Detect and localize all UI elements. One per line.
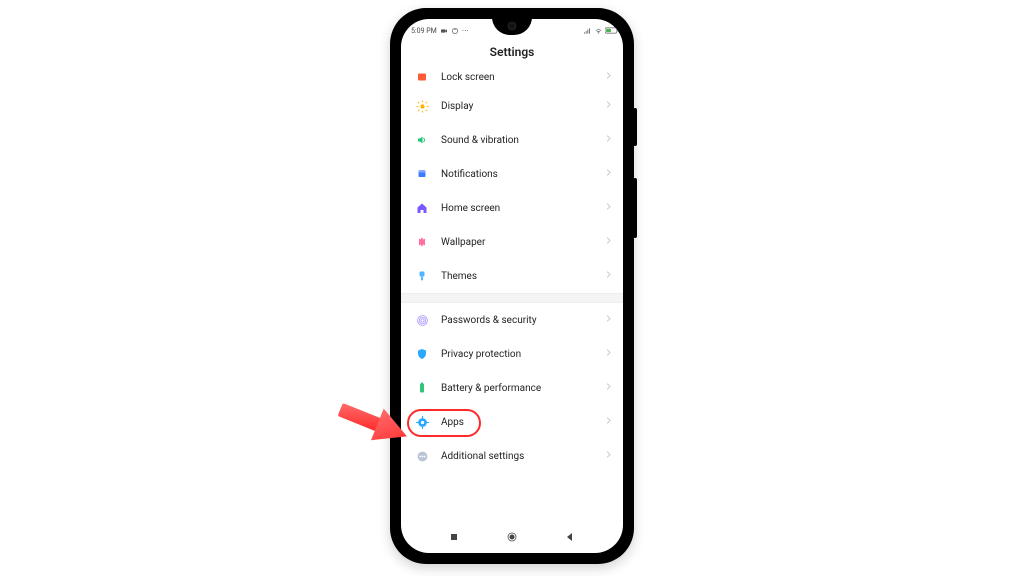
settings-row-home-screen[interactable]: Home screen bbox=[401, 191, 623, 225]
volume-rocker[interactable] bbox=[633, 178, 637, 238]
settings-row-sound[interactable]: Sound & vibration bbox=[401, 123, 623, 157]
themes-icon bbox=[413, 270, 431, 282]
signal-icon bbox=[583, 27, 591, 35]
settings-row-passwords[interactable]: Passwords & security bbox=[401, 303, 623, 337]
more-indicator-icon: ⋯ bbox=[462, 27, 469, 35]
chevron-right-icon bbox=[604, 382, 613, 394]
wallpaper-icon bbox=[413, 236, 431, 248]
settings-row-label: Wallpaper bbox=[431, 237, 604, 248]
settings-row-lock-screen[interactable]: Lock screen bbox=[401, 65, 623, 89]
settings-row-label: Themes bbox=[431, 271, 604, 282]
notifications-icon bbox=[413, 168, 431, 180]
settings-row-wallpaper[interactable]: Wallpaper bbox=[401, 225, 623, 259]
battery-icon bbox=[605, 27, 613, 35]
chevron-right-icon bbox=[604, 270, 613, 282]
lock-screen-icon bbox=[413, 71, 431, 83]
power-button[interactable] bbox=[633, 108, 637, 146]
nav-back-button[interactable] bbox=[564, 528, 576, 547]
nav-home-button[interactable] bbox=[506, 528, 518, 547]
settings-row-display[interactable]: Display bbox=[401, 89, 623, 123]
nav-bar bbox=[401, 523, 623, 553]
status-time: 5:09 PM bbox=[411, 27, 437, 35]
sync-indicator-icon bbox=[451, 27, 459, 35]
settings-row-label: Notifications bbox=[431, 169, 604, 180]
settings-row-label: Apps bbox=[431, 417, 604, 428]
chevron-right-icon bbox=[604, 348, 613, 360]
wifi-icon bbox=[594, 27, 602, 35]
phone-frame: 5:09 PM ⋯ bbox=[390, 8, 634, 564]
display-icon bbox=[413, 100, 431, 113]
chevron-right-icon bbox=[604, 71, 613, 83]
settings-row-label: Display bbox=[431, 101, 604, 112]
chevron-right-icon bbox=[604, 416, 613, 428]
settings-list[interactable]: Lock screen Display Sound & vibration Notif… bbox=[401, 65, 623, 523]
chevron-right-icon bbox=[604, 450, 613, 462]
settings-row-privacy[interactable]: Privacy protection bbox=[401, 337, 623, 371]
settings-row-label: Sound & vibration bbox=[431, 135, 604, 146]
nav-recent-button[interactable] bbox=[448, 528, 460, 547]
chevron-right-icon bbox=[604, 168, 613, 180]
sound-icon bbox=[413, 134, 431, 146]
battery-icon bbox=[413, 382, 431, 394]
settings-row-notifications[interactable]: Notifications bbox=[401, 157, 623, 191]
additional-icon bbox=[413, 450, 431, 463]
settings-row-label: Additional settings bbox=[431, 451, 604, 462]
settings-row-additional[interactable]: Additional settings bbox=[401, 439, 623, 473]
chevron-right-icon bbox=[604, 314, 613, 326]
camera-indicator-icon bbox=[440, 27, 448, 35]
privacy-icon bbox=[413, 348, 431, 360]
chevron-right-icon bbox=[604, 236, 613, 248]
chevron-right-icon bbox=[604, 134, 613, 146]
settings-row-label: Lock screen bbox=[431, 72, 604, 83]
settings-row-themes[interactable]: Themes bbox=[401, 259, 623, 293]
settings-row-battery[interactable]: Battery & performance bbox=[401, 371, 623, 405]
page-title: Settings bbox=[401, 41, 623, 65]
settings-row-label: Home screen bbox=[431, 203, 604, 214]
phone-screen: 5:09 PM ⋯ bbox=[401, 19, 623, 553]
chevron-right-icon bbox=[604, 100, 613, 112]
home-screen-icon bbox=[413, 202, 431, 214]
apps-icon bbox=[413, 416, 431, 429]
group-separator bbox=[401, 293, 623, 303]
settings-row-label: Passwords & security bbox=[431, 315, 604, 326]
settings-row-label: Battery & performance bbox=[431, 383, 604, 394]
passwords-icon bbox=[413, 314, 431, 327]
settings-row-label: Privacy protection bbox=[431, 349, 604, 360]
chevron-right-icon bbox=[604, 202, 613, 214]
settings-row-apps[interactable]: Apps bbox=[401, 405, 623, 439]
